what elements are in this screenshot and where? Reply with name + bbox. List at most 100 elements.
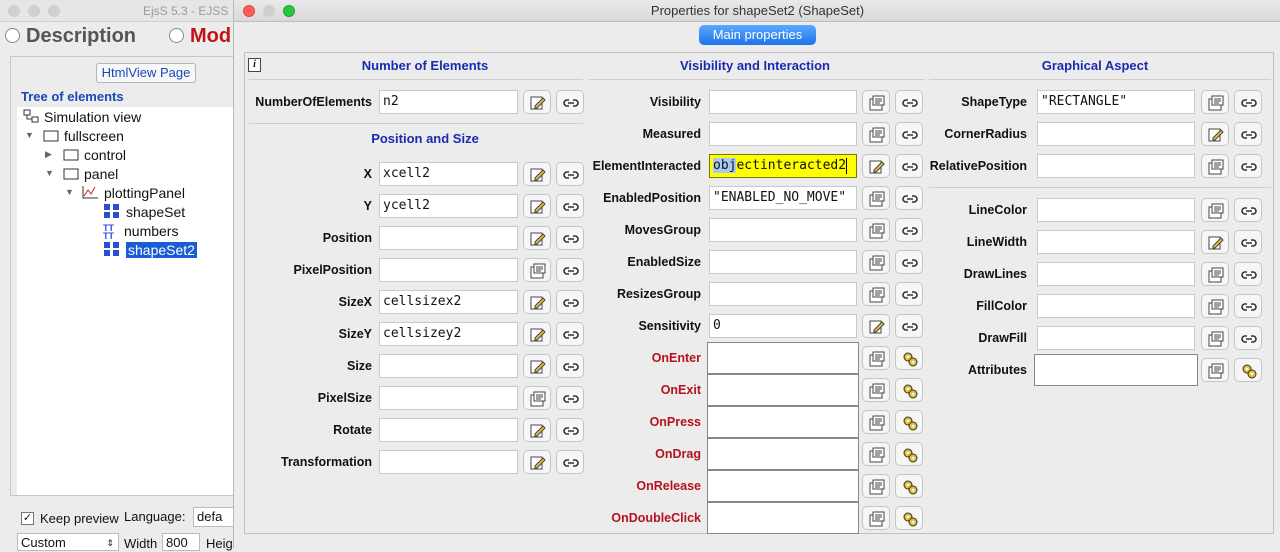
tree-node-plottingpanel[interactable]: plottingPanel (81, 184, 185, 203)
close-window-button[interactable] (8, 5, 20, 17)
link-button[interactable] (1234, 294, 1262, 318)
action-button[interactable] (895, 442, 923, 466)
pixel-size-field[interactable] (379, 386, 518, 410)
action-button[interactable] (895, 410, 923, 434)
on-press-field[interactable] (707, 406, 859, 438)
y-field[interactable]: ycell2 (379, 194, 518, 218)
edit-button[interactable] (862, 314, 890, 338)
link-button[interactable] (1234, 230, 1262, 254)
relative-position-field[interactable] (1037, 154, 1195, 178)
link-button[interactable] (1234, 326, 1262, 350)
on-exit-field[interactable] (707, 374, 859, 406)
corner-radius-field[interactable] (1037, 122, 1195, 146)
edit-list-button[interactable] (862, 218, 890, 242)
edit-list-button[interactable] (1201, 326, 1229, 350)
edit-button[interactable] (523, 194, 551, 218)
link-button[interactable] (1234, 154, 1262, 178)
enabled-size-field[interactable] (709, 250, 857, 274)
size-field[interactable] (379, 354, 518, 378)
link-button[interactable] (1234, 122, 1262, 146)
main-properties-tab[interactable]: Main properties (699, 25, 816, 45)
expand-arrow-icon[interactable]: ▼ (45, 168, 54, 178)
on-enter-field[interactable] (707, 342, 859, 374)
edit-list-button[interactable] (523, 258, 551, 282)
size-y-field[interactable]: cellsizey2 (379, 322, 518, 346)
resizes-group-field[interactable] (709, 282, 857, 306)
link-button[interactable] (1234, 198, 1262, 222)
edit-button[interactable] (523, 354, 551, 378)
tab-model[interactable]: Mod (190, 25, 231, 48)
edit-list-button[interactable] (1201, 294, 1229, 318)
edit-list-button[interactable] (862, 410, 890, 434)
width-input[interactable]: 800 (162, 533, 200, 551)
line-width-field[interactable] (1037, 230, 1195, 254)
action-button[interactable] (895, 474, 923, 498)
size-preset-select[interactable]: Custom ⇕ (17, 533, 119, 551)
edit-button[interactable] (523, 226, 551, 250)
edit-list-button[interactable] (862, 186, 890, 210)
transformation-field[interactable] (379, 450, 518, 474)
sensitivity-field[interactable]: 0 (709, 314, 857, 338)
edit-button[interactable] (523, 162, 551, 186)
action-button[interactable] (895, 378, 923, 402)
edit-button[interactable] (523, 418, 551, 442)
numberofelements-field[interactable]: n2 (379, 90, 518, 114)
edit-button[interactable] (523, 290, 551, 314)
collapse-arrow-icon[interactable]: ▶ (45, 149, 52, 160)
edit-list-button[interactable] (862, 250, 890, 274)
tree-node-numbers[interactable]: TT TT numbers (103, 222, 178, 241)
edit-button[interactable] (523, 90, 551, 114)
model-radio[interactable] (169, 28, 184, 43)
edit-button[interactable] (1201, 122, 1229, 146)
info-icon[interactable]: i (248, 58, 261, 72)
edit-list-button[interactable] (1201, 154, 1229, 178)
edit-button[interactable] (523, 450, 551, 474)
x-field[interactable]: xcell2 (379, 162, 518, 186)
action-button[interactable] (1234, 358, 1262, 382)
pixel-position-field[interactable] (379, 258, 518, 282)
tree-node-control[interactable]: control (63, 146, 126, 165)
description-radio[interactable] (5, 28, 20, 43)
enabled-position-field[interactable]: "ENABLED_NO_MOVE" (709, 186, 857, 210)
edit-button[interactable] (523, 322, 551, 346)
edit-list-button[interactable] (1201, 262, 1229, 286)
visibility-field[interactable] (709, 90, 857, 114)
tab-description[interactable]: Description (26, 25, 136, 48)
on-drag-field[interactable] (707, 438, 859, 470)
moves-group-field[interactable] (709, 218, 857, 242)
keep-preview-checkbox[interactable]: ✓ (21, 512, 34, 525)
tree-node-shapeset[interactable]: shapeSet (103, 203, 185, 222)
rotate-field[interactable] (379, 418, 518, 442)
minimize-window-button[interactable] (28, 5, 40, 17)
expand-arrow-icon[interactable]: ▼ (65, 187, 74, 197)
draw-lines-field[interactable] (1037, 262, 1195, 286)
tree-node-fullscreen[interactable]: fullscreen (43, 127, 124, 146)
tree-node-shapeset2[interactable]: shapeSet2 (103, 241, 197, 260)
edit-button[interactable] (1201, 230, 1229, 254)
tree-node-panel[interactable]: panel (63, 165, 118, 184)
element-interacted-field[interactable]: objectinteracted2 (709, 154, 857, 178)
attributes-field[interactable] (1034, 354, 1198, 386)
edit-list-button[interactable] (1201, 198, 1229, 222)
edit-list-button[interactable] (862, 122, 890, 146)
edit-button[interactable] (862, 154, 890, 178)
on-release-field[interactable] (707, 470, 859, 502)
tree-node-simulation-view[interactable]: Simulation view (23, 108, 141, 127)
zoom-window-button[interactable] (48, 5, 60, 17)
link-button[interactable] (1234, 90, 1262, 114)
draw-fill-field[interactable] (1037, 326, 1195, 350)
htmlview-page-button[interactable]: HtmlView Page (96, 63, 196, 83)
edit-list-button[interactable] (1201, 90, 1229, 114)
edit-list-button[interactable] (862, 346, 890, 370)
link-button[interactable] (1234, 262, 1262, 286)
edit-list-button[interactable] (523, 386, 551, 410)
edit-list-button[interactable] (862, 442, 890, 466)
expand-arrow-icon[interactable]: ▼ (25, 130, 34, 140)
edit-list-button[interactable] (862, 506, 890, 530)
line-color-field[interactable] (1037, 198, 1195, 222)
action-button[interactable] (895, 506, 923, 530)
size-x-field[interactable]: cellsizex2 (379, 290, 518, 314)
measured-field[interactable] (709, 122, 857, 146)
on-double-click-field[interactable] (707, 502, 859, 534)
position-field[interactable] (379, 226, 518, 250)
